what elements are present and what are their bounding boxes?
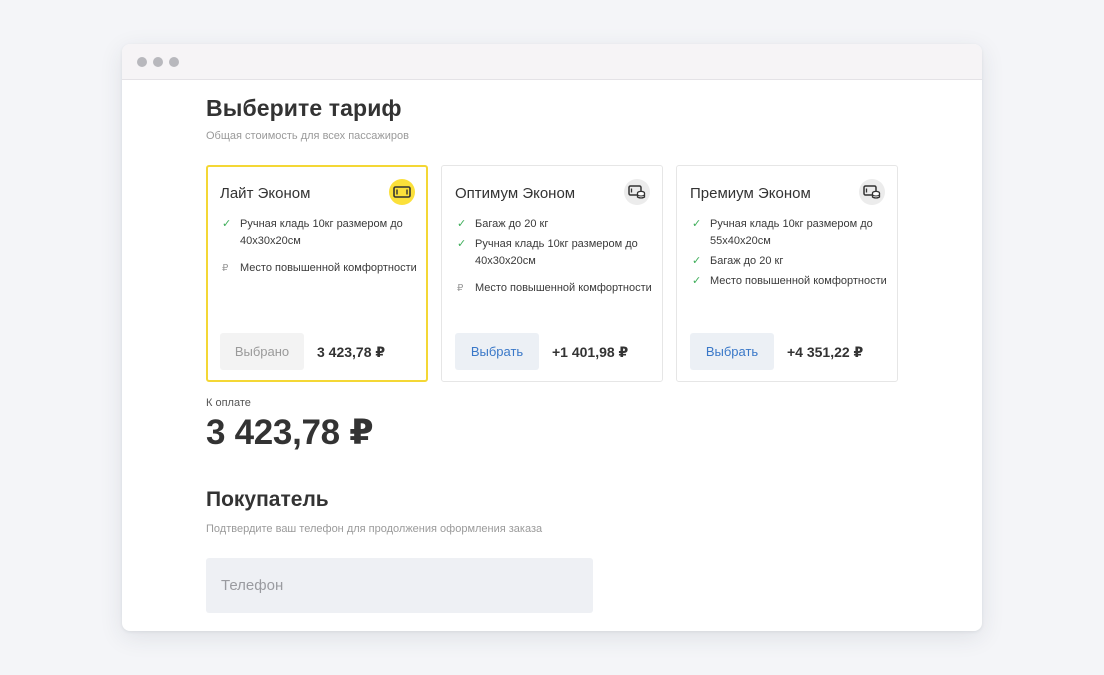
feature-item: ✓ Место повышенной комфортности: [690, 273, 890, 290]
selected-button[interactable]: Выбрано: [220, 333, 304, 370]
tariff-card-title: Лайт Эконом: [220, 185, 311, 202]
feature-text: Место повышенной комфортности: [475, 282, 652, 294]
tariff-card-premium[interactable]: Премиум Эконом ✓ Ручная кладь 10кг разме…: [676, 165, 898, 382]
feature-item: ₽ Место повышенной комфортности: [455, 280, 655, 297]
feature-text: Ручная кладь 10кг размером до 40x30x20см: [240, 218, 403, 247]
tariff-subtitle: Общая стоимость для всех пассажиров: [206, 130, 409, 142]
feature-item: ✓ Багаж до 20 кг: [455, 216, 655, 233]
tariff-cards: Лайт Эконом ✓ Ручная кладь 10кг размером…: [206, 165, 899, 382]
buyer-subtitle: Подтвердите ваш телефон для продолжения …: [206, 523, 543, 535]
ticket-coins-icon: [859, 179, 885, 205]
select-button[interactable]: Выбрать: [690, 333, 774, 370]
ruble-icon: ₽: [222, 263, 229, 274]
check-icon: ✓: [692, 218, 702, 230]
feature-text: Багаж до 20 кг: [475, 218, 549, 230]
ticket-icon: [389, 179, 415, 205]
tariff-price: 3 423,78 ₽: [317, 344, 386, 360]
check-icon: ✓: [692, 255, 702, 267]
feature-list: ✓ Ручная кладь 10кг размером до 40x30x20…: [220, 216, 420, 280]
feature-item: ✓ Багаж до 20 кг: [690, 253, 890, 270]
browser-window: Выберите тариф Общая стоимость для всех …: [122, 44, 982, 631]
tariff-title: Выберите тариф: [206, 95, 402, 121]
tariff-price: +4 351,22 ₽: [787, 344, 864, 360]
feature-text: Багаж до 20 кг: [710, 255, 784, 267]
feature-item: ✓ Ручная кладь 10кг размером до 55x40x20…: [690, 216, 890, 250]
select-button[interactable]: Выбрать: [455, 333, 539, 370]
window-control-dot[interactable]: [169, 56, 179, 67]
feature-text: Ручная кладь 10кг размером до 40x30x20см: [475, 238, 638, 267]
window-titlebar: [122, 44, 982, 80]
check-icon: ✓: [457, 238, 467, 250]
tariff-card-lite[interactable]: Лайт Эконом ✓ Ручная кладь 10кг размером…: [206, 165, 428, 382]
check-icon: ✓: [222, 218, 232, 230]
feature-item: ✓ Ручная кладь 10кг размером до 40x30x20…: [455, 236, 655, 270]
feature-list: ✓ Ручная кладь 10кг размером до 55x40x20…: [690, 216, 890, 293]
window-control-dot[interactable]: [153, 56, 163, 67]
feature-text: Ручная кладь 10кг размером до 55x40x20см: [710, 218, 873, 247]
ruble-icon: ₽: [457, 283, 464, 294]
payment-label: К оплате: [206, 397, 251, 409]
check-icon: ✓: [692, 275, 702, 287]
feature-text: Место повышенной комфортности: [240, 262, 417, 274]
check-icon: ✓: [457, 218, 467, 230]
window-control-dot[interactable]: [137, 56, 147, 67]
feature-item: ✓ Ручная кладь 10кг размером до 40x30x20…: [220, 216, 420, 250]
tariff-card-title: Премиум Эконом: [690, 185, 811, 202]
buyer-title: Покупатель: [206, 488, 329, 511]
feature-item: ₽ Место повышенной комфортности: [220, 260, 420, 277]
feature-text: Место повышенной комфортности: [710, 275, 887, 287]
payment-total: 3 423,78 ₽: [206, 413, 374, 452]
ticket-coins-icon: [624, 179, 650, 205]
checkout-content: Выберите тариф Общая стоимость для всех …: [206, 80, 982, 631]
phone-input[interactable]: [206, 558, 593, 613]
feature-list: ✓ Багаж до 20 кг ✓ Ручная кладь 10кг раз…: [455, 216, 655, 300]
tariff-card-title: Оптимум Эконом: [455, 185, 576, 202]
tariff-card-optimum[interactable]: Оптимум Эконом ✓ Багаж до 20 кг ✓ Ручная…: [441, 165, 663, 382]
tariff-price: +1 401,98 ₽: [552, 344, 629, 360]
